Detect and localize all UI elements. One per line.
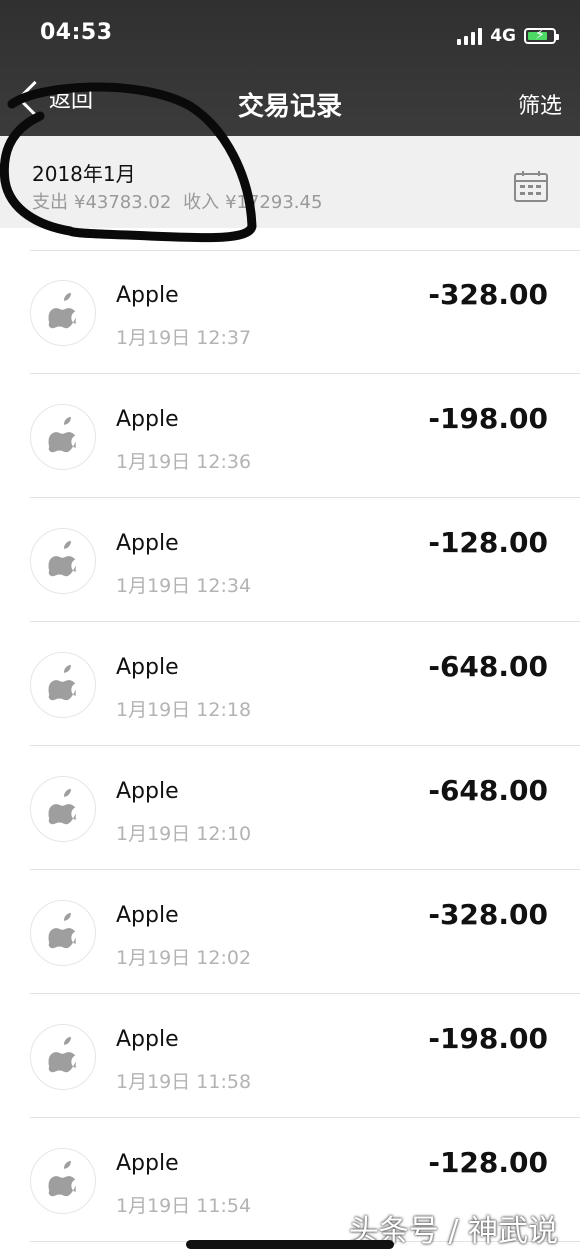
transaction-amount: -328.00 <box>428 898 548 931</box>
merchant-name: Apple <box>116 407 179 432</box>
transaction-amount: -128.00 <box>428 526 548 559</box>
transaction-time: 1月19日 12:18 <box>116 699 252 721</box>
apple-logo-icon <box>30 1148 96 1214</box>
apple-logo-icon <box>30 280 96 346</box>
income-amount: ¥17293.45 <box>225 192 323 213</box>
merchant-name: Apple <box>116 283 179 308</box>
top-bar: 04:53 4G ⚡ 返回 交易记录 筛选 <box>0 0 580 136</box>
page-title: 交易记录 <box>237 92 342 122</box>
transaction-time: 1月19日 11:54 <box>116 1195 252 1217</box>
month-summary[interactable]: 2018年1月 支出 ¥43783.02 收入 ¥17293.45 <box>0 136 580 228</box>
apple-logo-icon <box>30 528 96 594</box>
signal-icon <box>457 27 483 45</box>
transaction-amount: -328.00 <box>428 278 548 311</box>
summary-month: 2018年1月 <box>32 162 136 186</box>
transaction-row[interactable]: Apple 1月19日 12:02 -328.00 <box>0 870 580 994</box>
transaction-list: Apple 1月19日 12:37 -328.00 Apple 1月19日 12:36 -… <box>0 250 580 1242</box>
merchant-name: Apple <box>116 655 179 680</box>
apple-logo-icon <box>30 1024 96 1090</box>
transaction-row[interactable]: Apple 1月19日 12:37 -328.00 <box>0 250 580 374</box>
summary-totals: 支出 ¥43783.02 收入 ¥17293.45 <box>32 188 328 214</box>
merchant-name: Apple <box>116 903 179 928</box>
transaction-amount: -198.00 <box>428 402 548 435</box>
transaction-row[interactable]: Apple 1月19日 12:36 -198.00 <box>0 374 580 498</box>
expense-amount: ¥43783.02 <box>74 192 172 213</box>
transaction-row[interactable]: Apple 1月19日 11:58 -198.00 <box>0 994 580 1118</box>
merchant-name: Apple <box>116 531 179 556</box>
transaction-time: 1月19日 12:10 <box>116 823 252 845</box>
transaction-row[interactable]: Apple 1月19日 12:10 -648.00 <box>0 746 580 870</box>
apple-logo-icon <box>30 404 96 470</box>
status-indicators: 4G ⚡ <box>457 24 559 48</box>
calendar-icon[interactable] <box>514 170 548 202</box>
filter-button[interactable]: 筛选 <box>518 88 562 120</box>
transaction-time: 1月19日 11:58 <box>116 1071 252 1093</box>
transaction-amount: -198.00 <box>428 1022 548 1055</box>
merchant-name: Apple <box>116 1027 179 1052</box>
transaction-time: 1月19日 12:02 <box>116 947 252 969</box>
transaction-amount: -648.00 <box>428 774 548 807</box>
status-time: 04:53 <box>40 20 113 45</box>
transaction-amount: -648.00 <box>428 650 548 683</box>
transaction-row[interactable]: Apple 1月19日 12:18 -648.00 <box>0 622 580 746</box>
transaction-row[interactable]: Apple 1月19日 12:34 -128.00 <box>0 498 580 622</box>
network-type: 4G <box>490 26 516 46</box>
home-indicator[interactable] <box>186 1240 394 1249</box>
apple-logo-icon <box>30 900 96 966</box>
transaction-time: 1月19日 12:34 <box>116 575 252 597</box>
merchant-name: Apple <box>116 1151 179 1176</box>
expense-label: 支出 <box>32 192 68 213</box>
apple-logo-icon <box>30 652 96 718</box>
transaction-amount: -128.00 <box>428 1146 548 1179</box>
transaction-time: 1月19日 12:37 <box>116 327 252 349</box>
income-label: 收入 <box>183 192 220 213</box>
battery-icon: ⚡ <box>524 27 559 44</box>
merchant-name: Apple <box>116 779 179 804</box>
apple-logo-icon <box>30 776 96 842</box>
transaction-time: 1月19日 12:36 <box>116 451 252 473</box>
